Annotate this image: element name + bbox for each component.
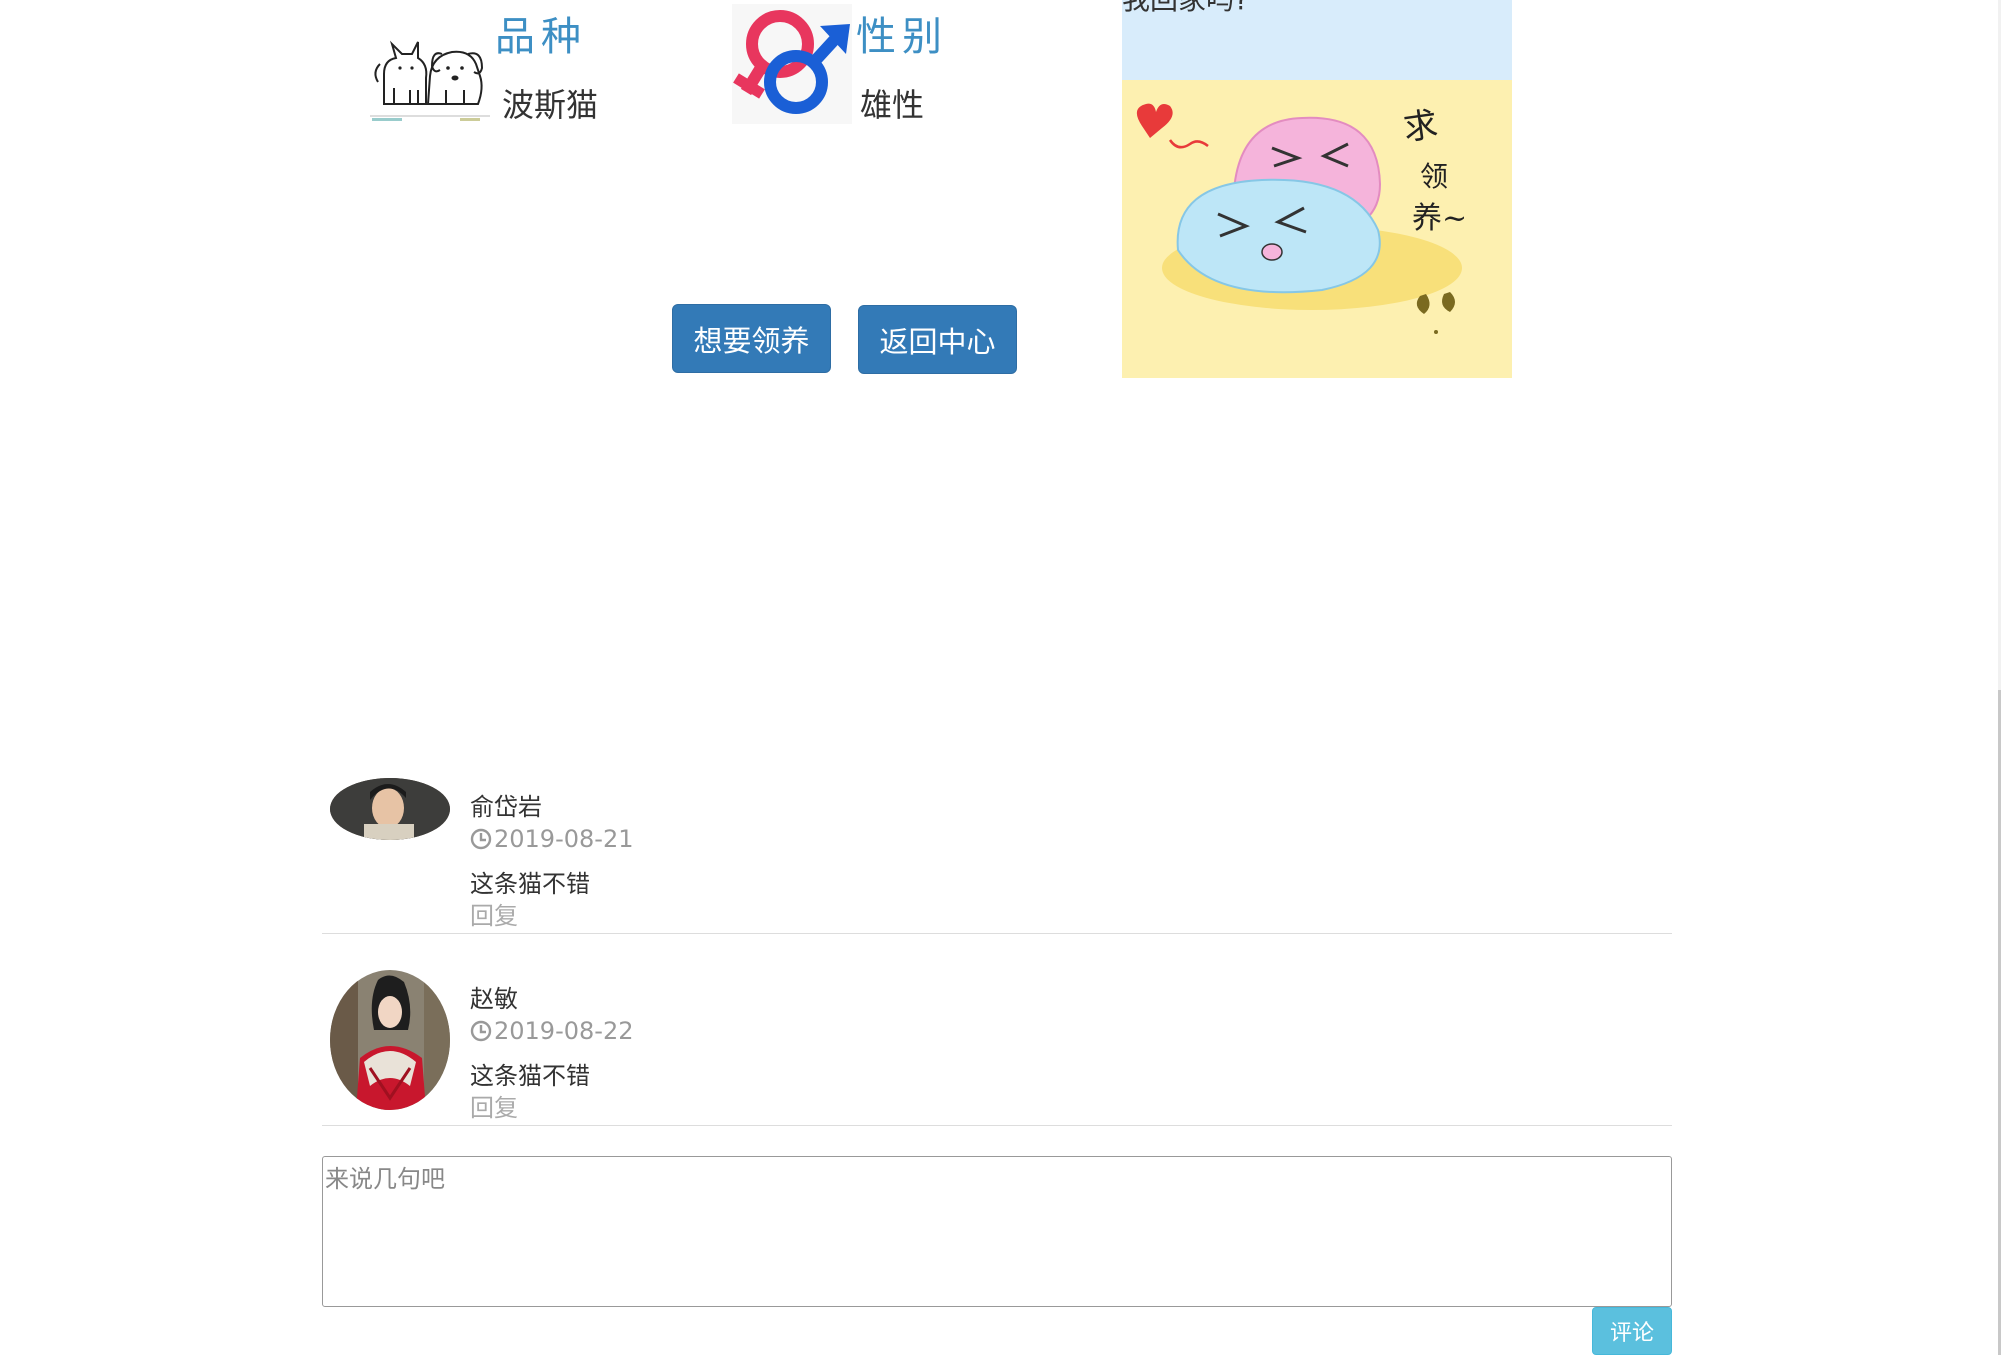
avatar	[330, 970, 450, 1110]
comment-date: 2019-08-22	[470, 1017, 633, 1045]
breed-value: 波斯猫	[502, 86, 599, 124]
art-char-3: 养~	[1412, 201, 1467, 236]
comment-author: 俞岱岩	[470, 793, 542, 821]
comment-text: 这条猫不错	[470, 870, 590, 898]
adopt-button[interactable]: 想要领养	[672, 304, 831, 373]
comment-date-text: 2019-08-22	[494, 1017, 634, 1045]
cat-dog-icon	[370, 12, 490, 122]
adopt-question: 我回家吗?	[1122, 0, 1249, 18]
adopt-panel-header: 我回家吗?	[1122, 0, 1512, 80]
comment-date-text: 2019-08-21	[494, 825, 634, 853]
clock-icon	[470, 1020, 492, 1042]
gender-title: 性别	[856, 14, 948, 60]
comment-author: 赵敏	[470, 985, 518, 1013]
gender-symbol-icon	[732, 4, 852, 124]
user-photo-icon	[330, 778, 450, 840]
comment-text: 这条猫不错	[470, 1062, 590, 1090]
comment-date: 2019-08-21	[470, 825, 633, 853]
adopt-illustration: 求 领 养~	[1122, 80, 1512, 378]
back-to-center-button[interactable]: 返回中心	[858, 305, 1017, 374]
breed-title: 品种	[495, 14, 587, 60]
comment-input[interactable]	[322, 1156, 1672, 1307]
submit-comment-button[interactable]: 评论	[1592, 1307, 1672, 1355]
mochi-illustration: 求 领 养~	[1122, 80, 1512, 378]
gender-image	[732, 4, 852, 124]
avatar	[330, 778, 450, 840]
art-char-1: 求	[1401, 104, 1440, 148]
comment-divider	[322, 1125, 1672, 1126]
comment-divider	[322, 933, 1672, 934]
breed-image	[370, 12, 490, 122]
gender-value: 雄性	[860, 86, 925, 124]
reply-link[interactable]: 回复	[470, 1088, 518, 1123]
clock-icon	[470, 828, 492, 850]
reply-link[interactable]: 回复	[470, 896, 518, 931]
art-char-2: 领	[1420, 160, 1448, 193]
user-photo-icon	[330, 970, 450, 1110]
